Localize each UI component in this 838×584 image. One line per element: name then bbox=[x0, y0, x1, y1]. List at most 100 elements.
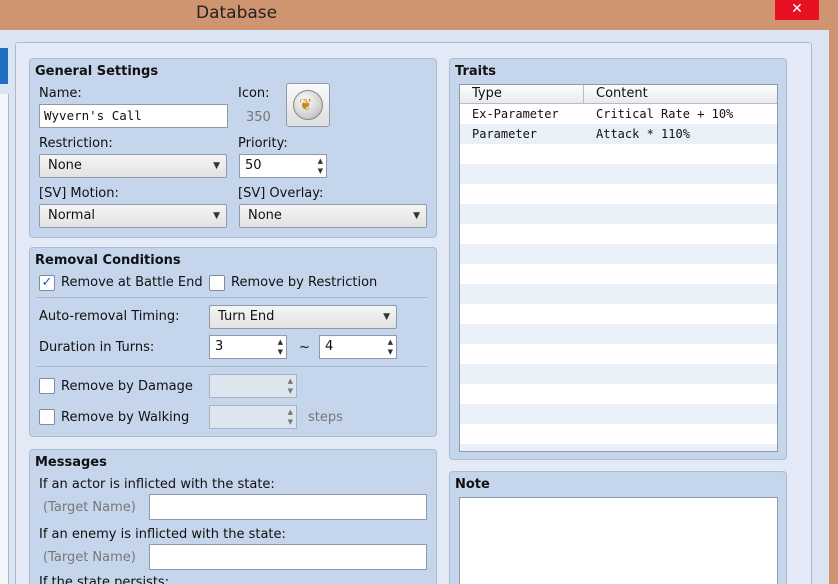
icon-picker-button[interactable]: ❦ bbox=[286, 83, 330, 127]
empty-table-row[interactable] bbox=[460, 304, 777, 324]
walking-checkbox[interactable] bbox=[39, 409, 55, 425]
motion-label: [SV] Motion: bbox=[39, 186, 119, 201]
trait-type: Parameter bbox=[472, 127, 538, 141]
restriction-checkbox[interactable] bbox=[209, 275, 225, 291]
column-header-content[interactable]: Content bbox=[584, 85, 777, 104]
stepper-arrows-icon: ▲ ▼ bbox=[287, 377, 293, 395]
actor-message-label: If an actor is inflicted with the state: bbox=[39, 477, 275, 492]
priority-label: Priority: bbox=[238, 136, 288, 151]
messages-panel: Messages If an actor is inflicted with t… bbox=[29, 449, 437, 584]
table-row[interactable]: Ex-Parameter Critical Rate + 10% bbox=[460, 104, 777, 124]
close-button[interactable]: ✕ bbox=[775, 0, 819, 20]
removal-conditions-panel: Removal Conditions ✓ Remove at Battle En… bbox=[29, 247, 437, 437]
motion-value: Normal bbox=[48, 208, 96, 223]
icon-index: 350 bbox=[246, 110, 271, 125]
empty-table-row[interactable] bbox=[460, 284, 777, 304]
duration-max-value: 4 bbox=[325, 339, 334, 354]
chevron-down-icon: ▼ bbox=[383, 312, 390, 322]
duration-max-stepper[interactable]: 4 ▲ ▼ bbox=[319, 335, 397, 359]
chevron-down-icon: ▼ bbox=[413, 211, 420, 221]
title-bar: Database ✕ bbox=[0, 0, 838, 30]
empty-table-row[interactable] bbox=[460, 444, 777, 451]
timing-dropdown[interactable]: Turn End ▼ bbox=[209, 305, 397, 329]
messages-title: Messages bbox=[35, 455, 107, 470]
name-field[interactable]: Wyvern's Call bbox=[39, 104, 228, 128]
overlay-dropdown[interactable]: None ▼ bbox=[239, 204, 427, 228]
traits-title: Traits bbox=[455, 64, 497, 79]
empty-table-row[interactable] bbox=[460, 144, 777, 164]
restriction-value: None bbox=[48, 158, 82, 173]
remove-restriction-label[interactable]: Remove by Restriction bbox=[231, 275, 377, 290]
empty-table-row[interactable] bbox=[460, 264, 777, 284]
timing-value: Turn End bbox=[218, 309, 275, 324]
persists-message-label: If the state persists: bbox=[39, 575, 170, 584]
actor-message-field[interactable] bbox=[149, 494, 427, 520]
overlay-value: None bbox=[248, 208, 282, 223]
duration-min-value: 3 bbox=[215, 339, 224, 354]
duration-min-stepper[interactable]: 3 ▲ ▼ bbox=[209, 335, 287, 359]
empty-table-row[interactable] bbox=[460, 224, 777, 244]
traits-table-header: Type Content bbox=[460, 85, 777, 104]
damage-stepper: ▲ ▼ bbox=[209, 374, 297, 398]
restriction-label: Restriction: bbox=[39, 136, 113, 151]
enemy-target-name: (Target Name) bbox=[43, 550, 136, 565]
empty-table-row[interactable] bbox=[460, 324, 777, 344]
traits-panel: Traits Type Content Ex-Parameter Critical… bbox=[449, 58, 787, 460]
column-header-type[interactable]: Type bbox=[460, 85, 584, 104]
actor-target-name: (Target Name) bbox=[43, 500, 136, 515]
walking-label[interactable]: Remove by Walking bbox=[61, 410, 189, 425]
empty-table-row[interactable] bbox=[460, 424, 777, 444]
note-field[interactable] bbox=[459, 497, 778, 584]
stepper-arrows-icon[interactable]: ▲ ▼ bbox=[318, 156, 323, 176]
stepper-arrows-icon[interactable]: ▲ ▼ bbox=[278, 337, 283, 357]
overlay-label: [SV] Overlay: bbox=[238, 186, 324, 201]
chevron-down-icon: ▼ bbox=[213, 161, 220, 171]
empty-table-row[interactable] bbox=[460, 364, 777, 384]
trait-type: Ex-Parameter bbox=[472, 107, 559, 121]
duration-label: Duration in Turns: bbox=[39, 340, 155, 355]
note-panel: Note bbox=[449, 471, 787, 584]
stepper-arrows-icon: ▲ ▼ bbox=[287, 408, 293, 426]
stepper-arrows-icon[interactable]: ▲ ▼ bbox=[388, 337, 393, 357]
removal-conditions-title: Removal Conditions bbox=[35, 253, 181, 268]
damage-label[interactable]: Remove by Damage bbox=[61, 379, 193, 394]
steps-label: steps bbox=[308, 410, 343, 425]
motion-dropdown[interactable]: Normal ▼ bbox=[39, 204, 227, 228]
timing-label: Auto-removal Timing: bbox=[39, 309, 180, 324]
duration-separator: ~ bbox=[299, 340, 310, 355]
empty-table-row[interactable] bbox=[460, 404, 777, 424]
divider bbox=[36, 366, 428, 367]
empty-table-row[interactable] bbox=[460, 204, 777, 224]
empty-table-row[interactable] bbox=[460, 384, 777, 404]
empty-table-row[interactable] bbox=[460, 164, 777, 184]
list-selection-highlight[interactable] bbox=[0, 48, 8, 84]
priority-value: 50 bbox=[245, 158, 262, 173]
restriction-dropdown[interactable]: None ▼ bbox=[39, 154, 227, 178]
note-title: Note bbox=[455, 477, 490, 492]
battle-end-label[interactable]: Remove at Battle End bbox=[61, 275, 203, 290]
damage-checkbox[interactable] bbox=[39, 378, 55, 394]
close-icon: ✕ bbox=[791, 1, 803, 17]
divider bbox=[36, 297, 428, 298]
table-row[interactable]: Parameter Attack * 110% bbox=[460, 124, 777, 144]
empty-table-row[interactable] bbox=[460, 184, 777, 204]
window-edge bbox=[829, 30, 838, 584]
battle-end-checkbox[interactable]: ✓ bbox=[39, 275, 55, 291]
priority-stepper[interactable]: 50 ▲ ▼ bbox=[239, 154, 327, 178]
general-settings-panel: General Settings Name: Wyvern's Call Ico… bbox=[29, 58, 437, 238]
enemy-message-field[interactable] bbox=[149, 544, 427, 570]
chevron-down-icon: ▼ bbox=[213, 211, 220, 221]
empty-table-row[interactable] bbox=[460, 244, 777, 264]
enemy-message-label: If an enemy is inflicted with the state: bbox=[39, 527, 286, 542]
icon-label: Icon: bbox=[238, 86, 270, 101]
name-label: Name: bbox=[39, 86, 82, 101]
window-title: Database bbox=[196, 3, 278, 23]
walking-stepper: ▲ ▼ bbox=[209, 405, 297, 429]
traits-table[interactable]: Type Content Ex-Parameter Critical Rate +… bbox=[459, 84, 778, 452]
trait-content: Attack * 110% bbox=[596, 127, 690, 141]
empty-table-row[interactable] bbox=[460, 344, 777, 364]
checkmark-icon: ✓ bbox=[41, 275, 53, 290]
wyvern-emblem-icon: ❦ bbox=[293, 90, 323, 120]
state-list-edge[interactable] bbox=[0, 94, 9, 584]
trait-content: Critical Rate + 10% bbox=[596, 107, 734, 121]
